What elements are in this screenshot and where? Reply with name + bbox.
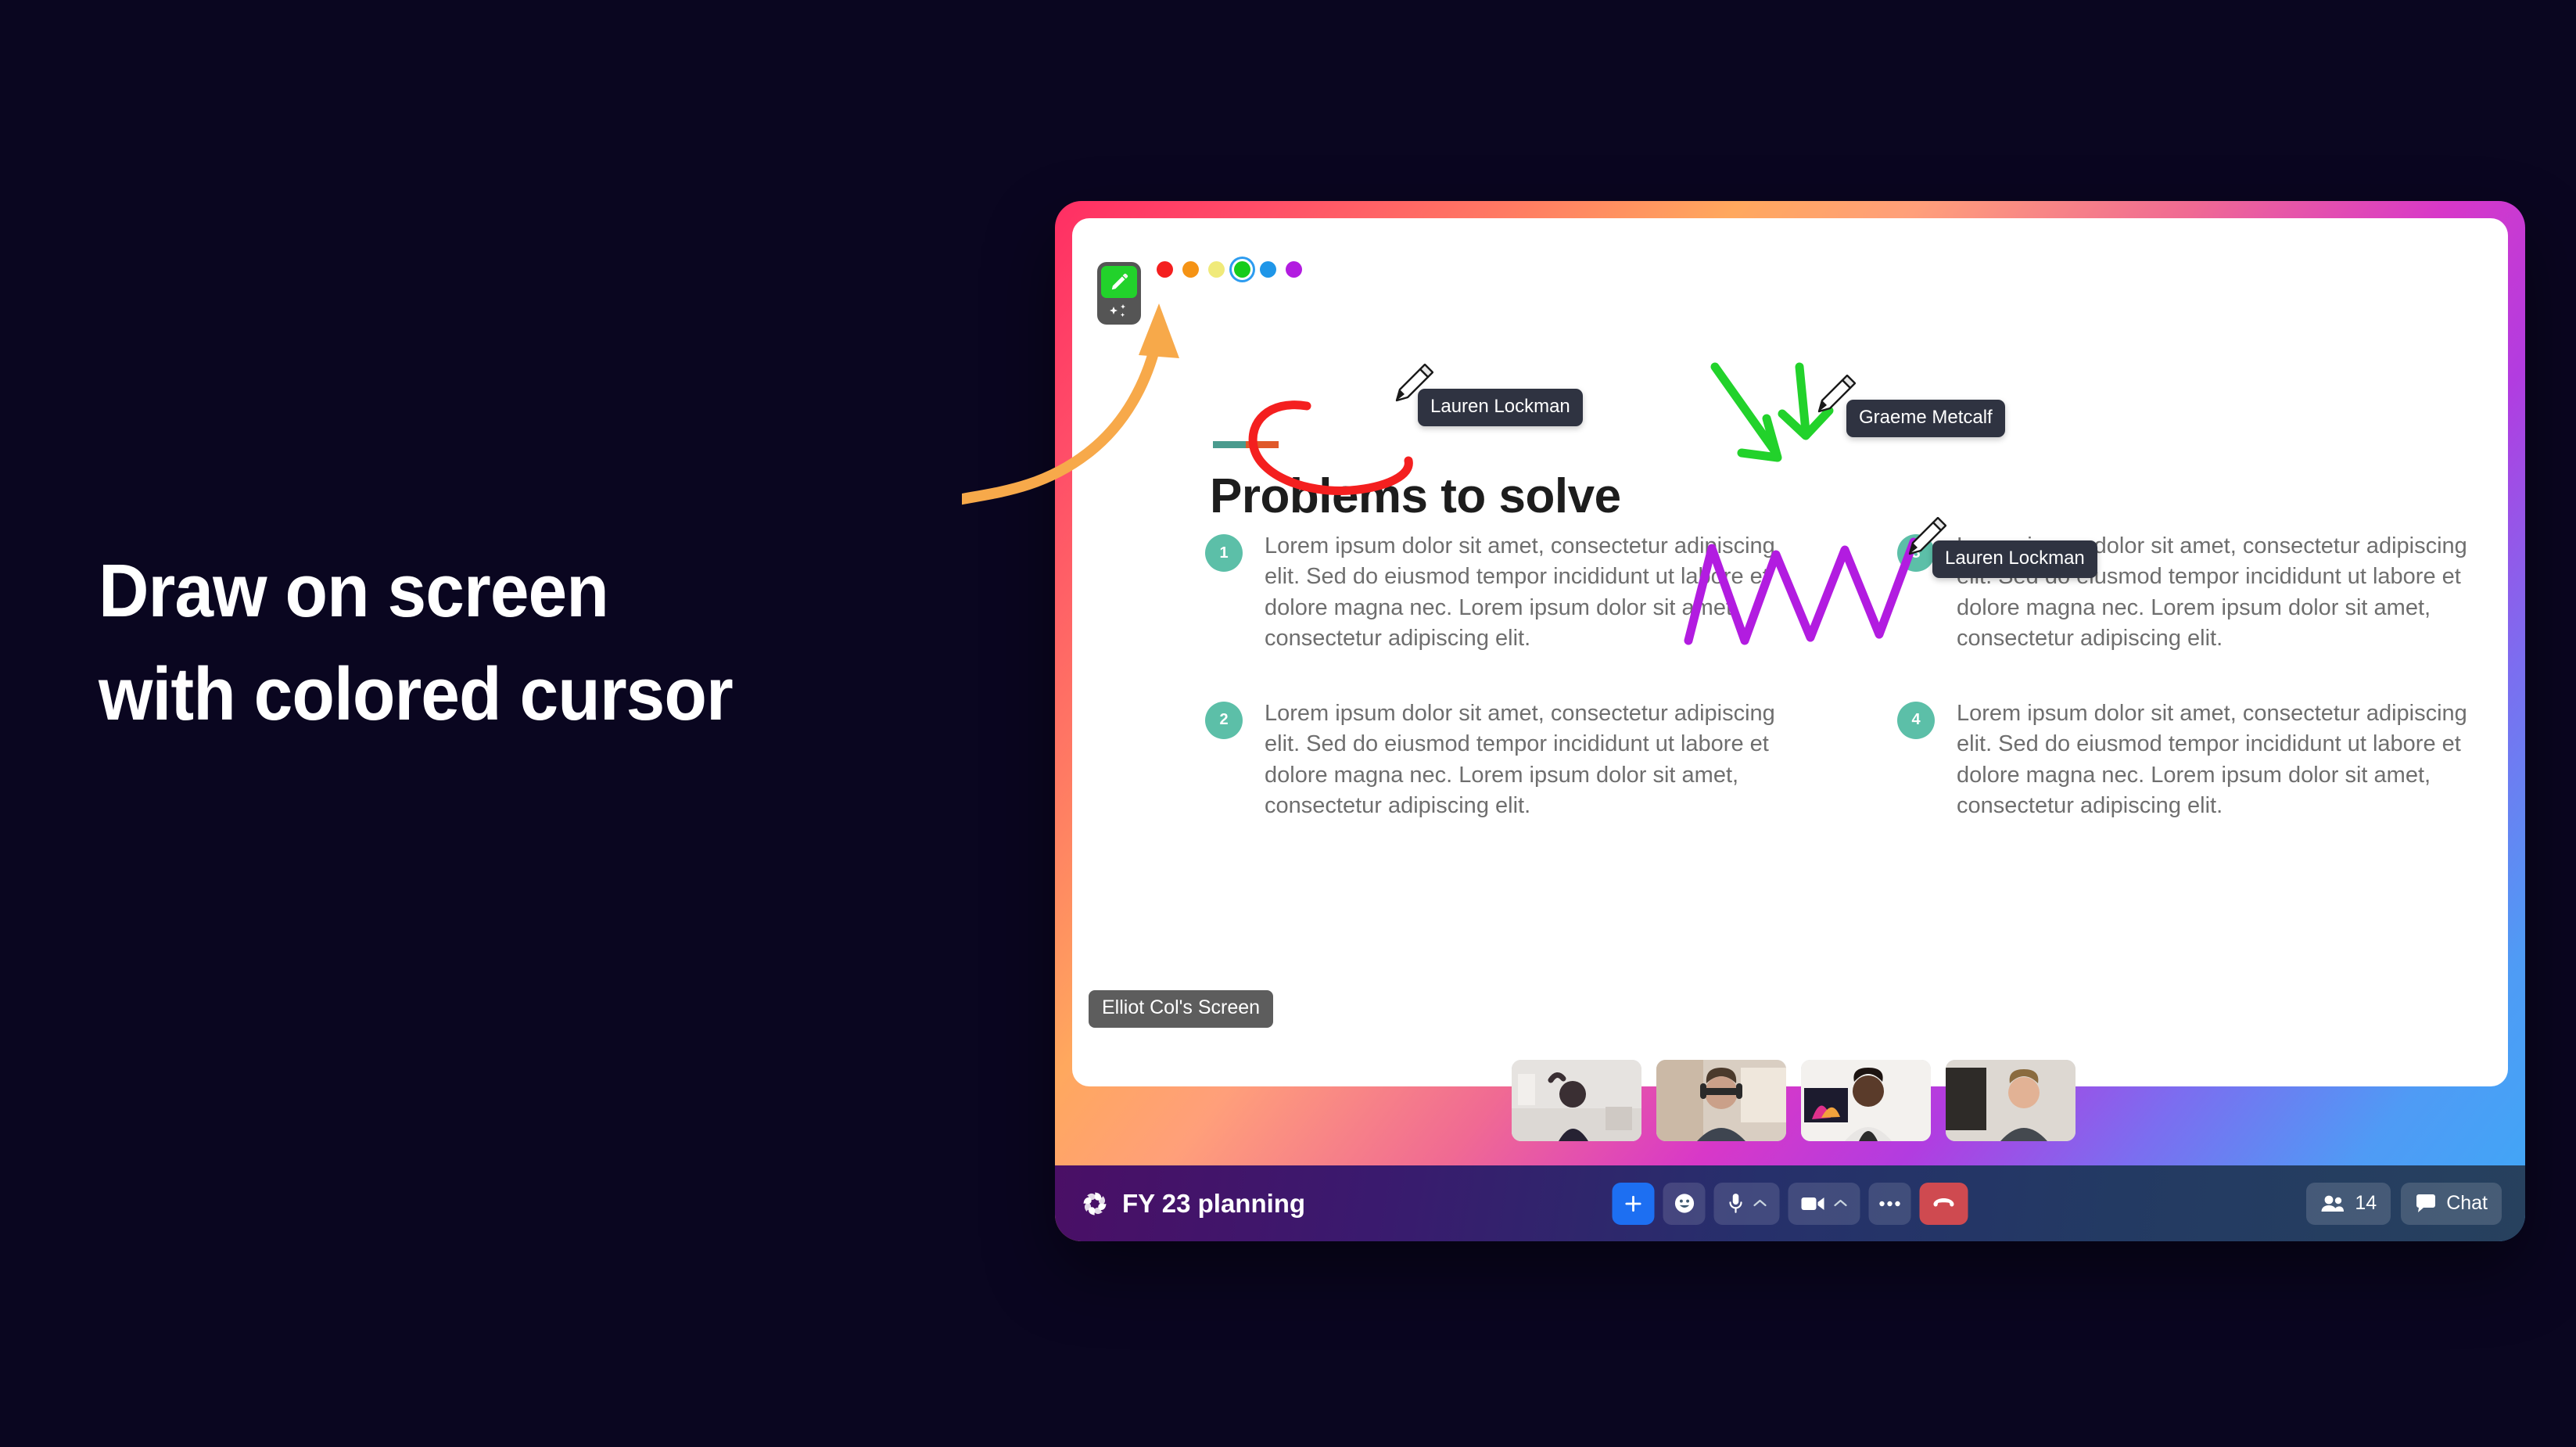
headline-line-1: Draw on screen	[99, 549, 609, 633]
accent-bar-right	[1246, 441, 1279, 448]
color-swatch-red[interactable]	[1157, 261, 1173, 278]
meeting-controls	[1612, 1182, 1968, 1225]
microphone-icon	[1729, 1193, 1742, 1213]
color-palette[interactable]	[1157, 261, 1302, 278]
plus-icon	[1625, 1195, 1641, 1212]
slide-accent-bar	[1213, 441, 1279, 448]
color-swatch-orange[interactable]	[1182, 261, 1199, 278]
participant-thumbnail[interactable]	[1656, 1060, 1786, 1141]
bullet-item: 4 Lorem ipsum dolor sit amet, consectetu…	[1897, 698, 2472, 822]
hangup-button[interactable]	[1919, 1182, 1968, 1225]
bullet-text: Lorem ipsum dolor sit amet, consectetur …	[1265, 700, 1775, 819]
bullet-number: 2	[1205, 701, 1243, 739]
bullet-text: Lorem ipsum dolor sit amet, consectetur …	[1265, 533, 1775, 652]
bullet-number: 1	[1205, 534, 1243, 572]
phone-down-icon	[1933, 1197, 1954, 1206]
participant-thumbnail-strip	[1512, 1060, 2076, 1141]
bullet-item: 2 Lorem ipsum dolor sit amet, consectetu…	[1205, 698, 1780, 822]
bullet-column-right: 3 Lorem ipsum dolor sit amet, consectetu…	[1897, 531, 2472, 866]
slide-title: Problems to solve	[1210, 469, 1621, 523]
participant-count: 14	[2355, 1192, 2377, 1214]
color-swatch-purple[interactable]	[1286, 261, 1302, 278]
bullet-text: Lorem ipsum dolor sit amet, consectetur …	[1957, 700, 2467, 819]
color-swatch-blue[interactable]	[1260, 261, 1276, 278]
chat-bubble-icon	[2416, 1194, 2436, 1212]
chat-label: Chat	[2446, 1192, 2488, 1214]
drawing-toolbar[interactable]	[1097, 262, 1141, 325]
emoji-icon	[1674, 1194, 1694, 1213]
more-options-button[interactable]	[1868, 1182, 1911, 1225]
chevron-up-icon[interactable]	[1753, 1199, 1767, 1208]
annotation-author-label: Lauren Lockman	[1932, 540, 2097, 578]
green-arrow-2-head	[1778, 406, 1834, 440]
annotation-author-label: Graeme Metcalf	[1846, 400, 2005, 437]
bullet-number: 4	[1897, 701, 1935, 739]
headline-line-2: with colored cursor	[99, 652, 734, 737]
chat-button[interactable]: Chat	[2401, 1182, 2502, 1225]
bullet-columns: 1 Lorem ipsum dolor sit amet, consectetu…	[1205, 531, 2472, 866]
color-swatch-yellow[interactable]	[1208, 261, 1225, 278]
bullet-item: 1 Lorem ipsum dolor sit amet, consectetu…	[1205, 531, 1780, 655]
pencil-icon	[1111, 273, 1128, 289]
camera-icon	[1801, 1197, 1824, 1210]
marketing-headline: Draw on screen with colored cursor	[99, 540, 935, 747]
sparkles-icon	[1110, 304, 1125, 318]
green-arrow-1	[1710, 362, 1781, 458]
meeting-title: FY 23 planning	[1122, 1188, 1306, 1218]
chevron-up-icon[interactable]	[1834, 1199, 1848, 1208]
meeting-identity: FY 23 planning	[1081, 1189, 1305, 1219]
add-button[interactable]	[1612, 1182, 1655, 1225]
shared-screen-slide: Problems to solve 1 Lorem ipsum dolor si…	[1072, 218, 2508, 1086]
annotation-author-label: Lauren Lockman	[1418, 389, 1583, 426]
microphone-button[interactable]	[1713, 1182, 1780, 1225]
meeting-right-controls: 14 Chat	[2306, 1182, 2502, 1225]
color-swatch-green[interactable]	[1234, 261, 1250, 278]
effects-tool-button[interactable]	[1101, 300, 1137, 324]
participant-thumbnail[interactable]	[1801, 1060, 1931, 1141]
green-arrow-1-head	[1737, 414, 1782, 462]
participant-thumbnail[interactable]	[1512, 1060, 1641, 1141]
people-icon	[2321, 1195, 2345, 1212]
presenter-screen-label: Elliot Col's Screen	[1089, 990, 1274, 1028]
bullet-column-left: 1 Lorem ipsum dolor sit amet, consectetu…	[1205, 531, 1780, 866]
bullet-number: 3	[1897, 534, 1935, 572]
reactions-button[interactable]	[1663, 1182, 1706, 1225]
participant-thumbnail[interactable]	[1946, 1060, 2076, 1141]
participants-button[interactable]: 14	[2306, 1182, 2391, 1225]
meeting-control-bar: FY 23 planning 14 Chat	[1055, 1165, 2525, 1241]
pinwheel-logo-icon	[1083, 1192, 1107, 1215]
ellipsis-icon	[1879, 1201, 1900, 1206]
camera-button[interactable]	[1788, 1182, 1860, 1225]
accent-bar-left	[1213, 441, 1246, 448]
green-arrow-2	[1795, 362, 1810, 436]
pen-tool-button[interactable]	[1101, 266, 1137, 298]
